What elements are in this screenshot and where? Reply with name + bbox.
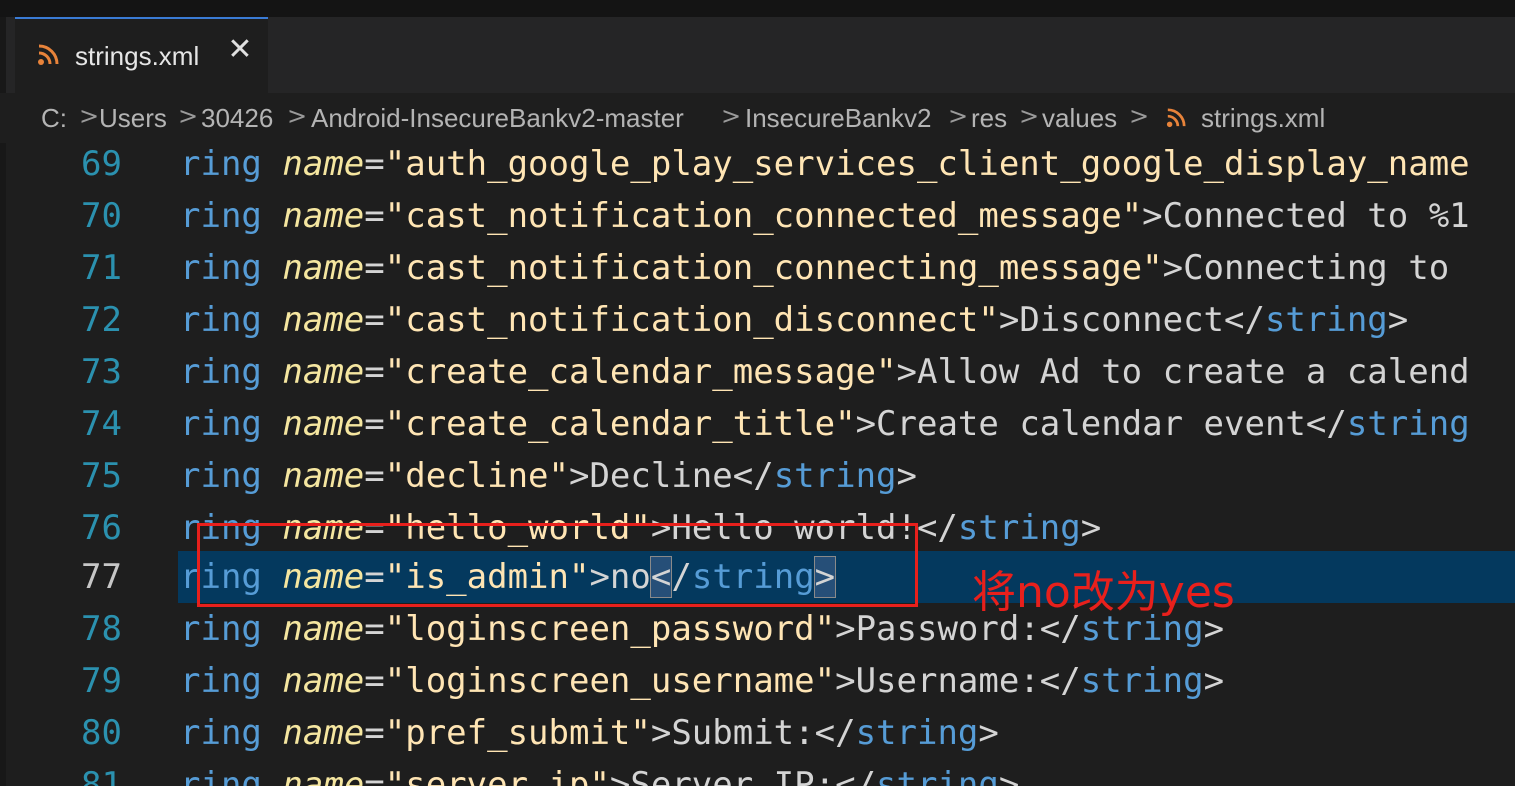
annotation-box: [197, 523, 918, 607]
code-line[interactable]: 81 ring name="server_ip">Server IP:</str…: [0, 759, 1515, 786]
code-line[interactable]: 80 ring name="pref_submit">Submit:</stri…: [0, 707, 1515, 759]
tab-strings-xml[interactable]: strings.xml ✕: [15, 17, 268, 93]
code-line[interactable]: 70 ring name="cast_notification_connecte…: [0, 190, 1515, 242]
code-line[interactable]: 71 ring name="cast_notification_connecti…: [0, 242, 1515, 294]
breadcrumb-item-users[interactable]: Users: [99, 103, 167, 134]
code-line[interactable]: 75 ring name="decline">Decline</string>: [0, 450, 1515, 502]
breadcrumb-item-drive[interactable]: C:: [41, 103, 67, 134]
line-number: 78: [81, 609, 122, 649]
rss-icon: [1166, 108, 1186, 128]
tab-bar: strings.xml ✕: [0, 17, 1515, 94]
line-number: 80: [81, 713, 122, 753]
breadcrumb-item-values[interactable]: values: [1042, 103, 1117, 134]
code-line[interactable]: 69 ring name="auth_google_play_services_…: [0, 143, 1515, 190]
line-number: 73: [81, 352, 122, 392]
code-line[interactable]: 72 ring name="cast_notification_disconne…: [0, 294, 1515, 346]
chevron-right-icon: >: [948, 102, 969, 130]
chevron-right-icon: >: [287, 102, 308, 130]
chevron-right-icon: >: [721, 102, 742, 130]
breadcrumb-item-module[interactable]: InsecureBankv2: [745, 103, 931, 134]
chevron-right-icon: >: [1129, 102, 1150, 130]
code-editor: strings.xml ✕ C: > Users > 30426 > Andro…: [0, 0, 1515, 786]
line-source: ring name="auth_google_play_services_cli…: [180, 144, 1470, 184]
line-source: ring name="decline">Decline</string>: [180, 456, 917, 496]
code-line[interactable]: 73 ring name="create_calendar_message">A…: [0, 346, 1515, 398]
breadcrumb-item-user[interactable]: 30426: [201, 103, 273, 134]
chevron-right-icon: >: [79, 102, 100, 130]
line-source: ring name="cast_notification_connecting_…: [180, 248, 1450, 288]
code-line[interactable]: 78 ring name="loginscreen_password">Pass…: [0, 603, 1515, 655]
line-number: 79: [81, 661, 122, 701]
title-strip: [0, 0, 1515, 17]
breadcrumb-item-res[interactable]: res: [971, 103, 1007, 134]
line-number: 76: [81, 508, 122, 548]
line-source: ring name="create_calendar_title">Create…: [180, 404, 1470, 444]
rss-icon: [38, 44, 59, 65]
line-number: 77: [81, 557, 122, 597]
line-number: 81: [81, 765, 122, 786]
breadcrumb-item-project[interactable]: Android-InsecureBankv2-master: [311, 103, 684, 134]
code-line[interactable]: 79 ring name="loginscreen_username">User…: [0, 655, 1515, 707]
breadcrumb-item-file[interactable]: strings.xml: [1201, 103, 1325, 134]
line-source: ring name="create_calendar_message">Allo…: [180, 352, 1470, 392]
line-source: ring name="loginscreen_username">Usernam…: [180, 661, 1225, 701]
code-line[interactable]: 74 ring name="create_calendar_title">Cre…: [0, 398, 1515, 450]
line-number: 69: [81, 144, 122, 184]
tab-label: strings.xml: [75, 41, 200, 71]
breadcrumb: C: > Users > 30426 > Android-InsecureBan…: [0, 93, 1515, 143]
line-source: ring name="server_ip">Server IP:</string…: [180, 765, 1020, 786]
line-number: 75: [81, 456, 122, 496]
annotation-text: 将no改为yes: [972, 567, 1235, 618]
close-icon[interactable]: ✕: [225, 35, 255, 65]
chevron-right-icon: >: [1019, 102, 1040, 130]
line-number: 70: [81, 196, 122, 236]
line-number: 72: [81, 300, 122, 340]
code-area[interactable]: 69 ring name="auth_google_play_services_…: [0, 143, 1515, 786]
line-number: 71: [81, 248, 122, 288]
line-source: ring name="cast_notification_connected_m…: [180, 196, 1470, 236]
line-source: ring name="pref_submit">Submit:</string>: [180, 713, 999, 753]
line-source: ring name="cast_notification_disconnect"…: [180, 300, 1409, 340]
chevron-right-icon: >: [178, 102, 199, 130]
line-number: 74: [81, 404, 122, 444]
